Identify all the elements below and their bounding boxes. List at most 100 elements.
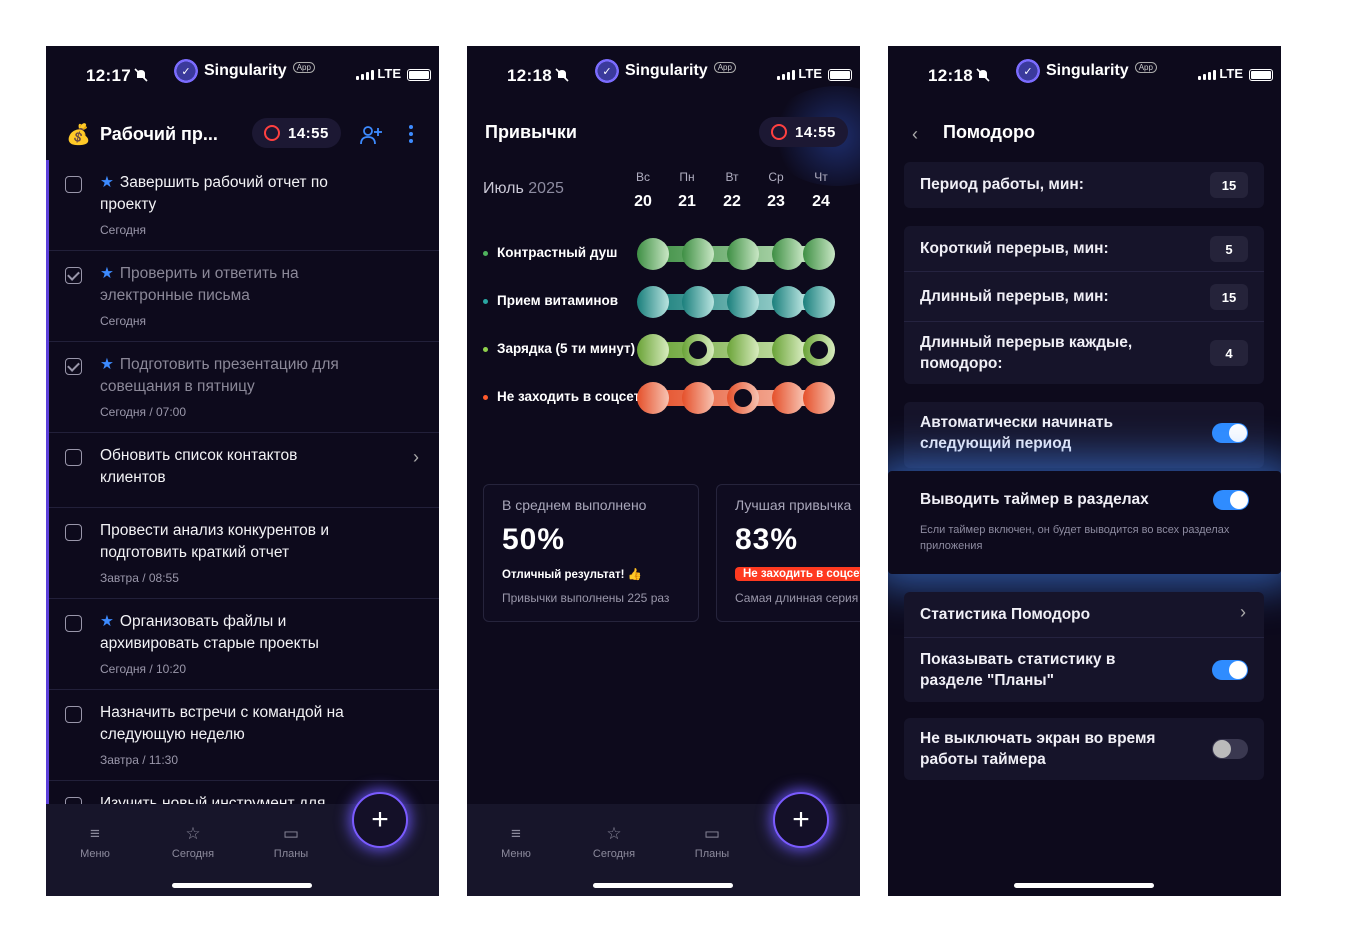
month-label[interactable]: Июль 2025 bbox=[483, 180, 564, 198]
task-title: Обновить список контактов клиентов bbox=[100, 447, 298, 486]
setting-auto-start[interactable]: Автоматически начинать следующий период bbox=[904, 402, 1264, 468]
add-task-button[interactable]: + bbox=[352, 792, 408, 848]
page-title: Помодоро bbox=[943, 122, 1035, 142]
task-checkbox[interactable] bbox=[65, 524, 82, 541]
chevron-right-icon[interactable]: › bbox=[413, 447, 419, 468]
show-stats-toggle[interactable] bbox=[1212, 660, 1248, 680]
value-field[interactable]: 4 bbox=[1210, 340, 1248, 366]
setting-long-break-every[interactable]: Длинный перерыв каждые, помодоро: 4 bbox=[904, 322, 1264, 384]
task-checkbox[interactable] bbox=[65, 797, 82, 804]
pomodoro-settings-screen: 12:18 ✓ Singularity App LTE ‹ Помодоро П… bbox=[888, 46, 1281, 896]
task-checkbox[interactable] bbox=[65, 176, 82, 193]
tab-menu[interactable]: ≡ Меню bbox=[481, 824, 551, 860]
habit-row[interactable]: Прием витаминов bbox=[483, 284, 843, 320]
check-icon: ✓ bbox=[174, 59, 198, 83]
setting-show-timer[interactable]: Выводить таймер в разделах Если таймер в… bbox=[888, 471, 1281, 574]
task-item[interactable]: Обновить список контактов клиентов › bbox=[49, 433, 439, 508]
task-checkbox[interactable] bbox=[65, 358, 82, 375]
habit-row[interactable]: Не заходить в соцсети bbox=[483, 380, 843, 416]
setting-work-period[interactable]: Период работы, мин: 15 bbox=[904, 162, 1264, 208]
habit-streak[interactable] bbox=[631, 236, 841, 272]
task-checkbox[interactable] bbox=[65, 615, 82, 632]
chevron-right-icon[interactable]: › bbox=[1240, 602, 1246, 623]
show-timer-toggle[interactable] bbox=[1213, 490, 1249, 510]
app-tag: App bbox=[713, 61, 736, 73]
tab-menu[interactable]: ≡ Меню bbox=[60, 824, 130, 860]
task-title: Подготовить презентацию для совещания в … bbox=[100, 356, 339, 395]
habit-tag: Не заходить в соцсети bbox=[735, 567, 860, 581]
task-title: Проверить и ответить на электронные пись… bbox=[100, 265, 299, 304]
habit-row[interactable]: Контрастный душ bbox=[483, 236, 843, 272]
avg-card: В среднем выполнено 50% Отличный результ… bbox=[483, 484, 699, 622]
page-title: Привычки bbox=[485, 122, 577, 142]
tab-today[interactable]: ☆ Сегодня bbox=[579, 824, 649, 860]
habit-streak[interactable] bbox=[631, 284, 841, 320]
app-tag: App bbox=[292, 61, 315, 73]
habit-row[interactable]: Зарядка (5 ти минут) bbox=[483, 332, 843, 368]
task-item[interactable]: Провести анализ конкурентов и подготовит… bbox=[49, 508, 439, 599]
task-checkbox[interactable] bbox=[65, 706, 82, 723]
best-habit-card: Лучшая привычка 83% Не заходить в соцсет… bbox=[716, 484, 860, 622]
star-icon: ★ bbox=[100, 613, 114, 630]
keep-screen-toggle[interactable] bbox=[1212, 739, 1248, 759]
highlight-card: Выводить таймер в разделах Если таймер в… bbox=[888, 471, 1281, 574]
network-type: LTE bbox=[377, 66, 401, 81]
habit-name: Контрастный душ bbox=[497, 245, 618, 260]
bell-muted-icon bbox=[976, 68, 990, 82]
habit-name: Не заходить в соцсети bbox=[497, 389, 639, 404]
list-title: Рабочий пр... bbox=[100, 124, 218, 144]
missed-day-marker bbox=[734, 389, 752, 407]
settings-group: Автоматически начинать следующий период bbox=[904, 402, 1264, 468]
menu-icon: ≡ bbox=[90, 824, 100, 843]
value-field[interactable]: 5 bbox=[1210, 236, 1248, 262]
habit-dot bbox=[483, 251, 488, 256]
signal-icon bbox=[777, 70, 795, 80]
money-bag-icon: 💰 bbox=[66, 124, 91, 146]
value-field[interactable]: 15 bbox=[1210, 172, 1248, 198]
more-icon[interactable] bbox=[408, 124, 414, 144]
setting-keep-screen[interactable]: Не выключать экран во время работы тайме… bbox=[904, 718, 1264, 780]
back-icon[interactable]: ‹ bbox=[912, 124, 918, 145]
auto-start-toggle[interactable] bbox=[1212, 423, 1248, 443]
setting-stats[interactable]: Статистика Помодоро › bbox=[904, 592, 1264, 638]
task-item[interactable]: Назначить встречи с командой на следующу… bbox=[49, 690, 439, 781]
habit-dot bbox=[483, 347, 488, 352]
timer-pill[interactable]: 14:55 bbox=[759, 117, 848, 147]
task-checkbox[interactable] bbox=[65, 267, 82, 284]
home-indicator bbox=[1014, 883, 1154, 888]
app-pill: ✓ Singularity App bbox=[1016, 58, 1157, 84]
timer-pill[interactable]: 14:55 bbox=[252, 118, 341, 148]
habit-streak[interactable] bbox=[631, 332, 841, 368]
add-user-icon[interactable] bbox=[359, 124, 383, 146]
tab-plans[interactable]: ▭ Планы bbox=[677, 824, 747, 860]
network-type: LTE bbox=[1219, 66, 1243, 81]
star-icon: ★ bbox=[100, 265, 114, 282]
timer-icon bbox=[264, 125, 280, 141]
task-date: Завтра / 08:55 bbox=[100, 571, 179, 585]
tab-today[interactable]: ☆ Сегодня bbox=[158, 824, 228, 860]
tab-plans[interactable]: ▭ Планы bbox=[256, 824, 326, 860]
add-task-button[interactable]: + bbox=[773, 792, 829, 848]
settings-group: Короткий перерыв, мин: 5 Длинный перерыв… bbox=[904, 226, 1264, 384]
check-icon: ✓ bbox=[595, 59, 619, 83]
task-title: Завершить рабочий отчет по проекту bbox=[100, 174, 328, 213]
setting-short-break[interactable]: Короткий перерыв, мин: 5 bbox=[904, 226, 1264, 272]
battery-icon bbox=[407, 69, 431, 81]
task-item[interactable]: ★ Организовать файлы и архивировать стары… bbox=[49, 599, 439, 690]
habit-name: Прием витаминов bbox=[497, 293, 619, 308]
habit-streak[interactable] bbox=[631, 380, 841, 416]
task-item[interactable]: ★ Завершить рабочий отчет по проекту Сего… bbox=[49, 160, 439, 251]
battery-icon bbox=[828, 69, 852, 81]
setting-show-stats[interactable]: Показывать статистику в разделе "Планы" bbox=[904, 638, 1264, 702]
avg-value: 50% bbox=[502, 523, 566, 556]
star-icon: ☆ bbox=[606, 824, 622, 843]
task-item[interactable]: ★ Подготовить презентацию для совещания в… bbox=[49, 342, 439, 433]
habit-dot bbox=[483, 395, 488, 400]
setting-long-break[interactable]: Длинный перерыв, мин: 15 bbox=[904, 272, 1264, 322]
task-item[interactable]: ★ Проверить и ответить на электронные пис… bbox=[49, 251, 439, 342]
value-field[interactable]: 15 bbox=[1210, 284, 1248, 310]
tab-bar: ≡ Меню ☆ Сегодня ▭ Планы + bbox=[467, 792, 860, 896]
settings-group: Статистика Помодоро › Показывать статист… bbox=[904, 592, 1264, 702]
day-column: Вс 20 bbox=[634, 170, 652, 210]
task-checkbox[interactable] bbox=[65, 449, 82, 466]
